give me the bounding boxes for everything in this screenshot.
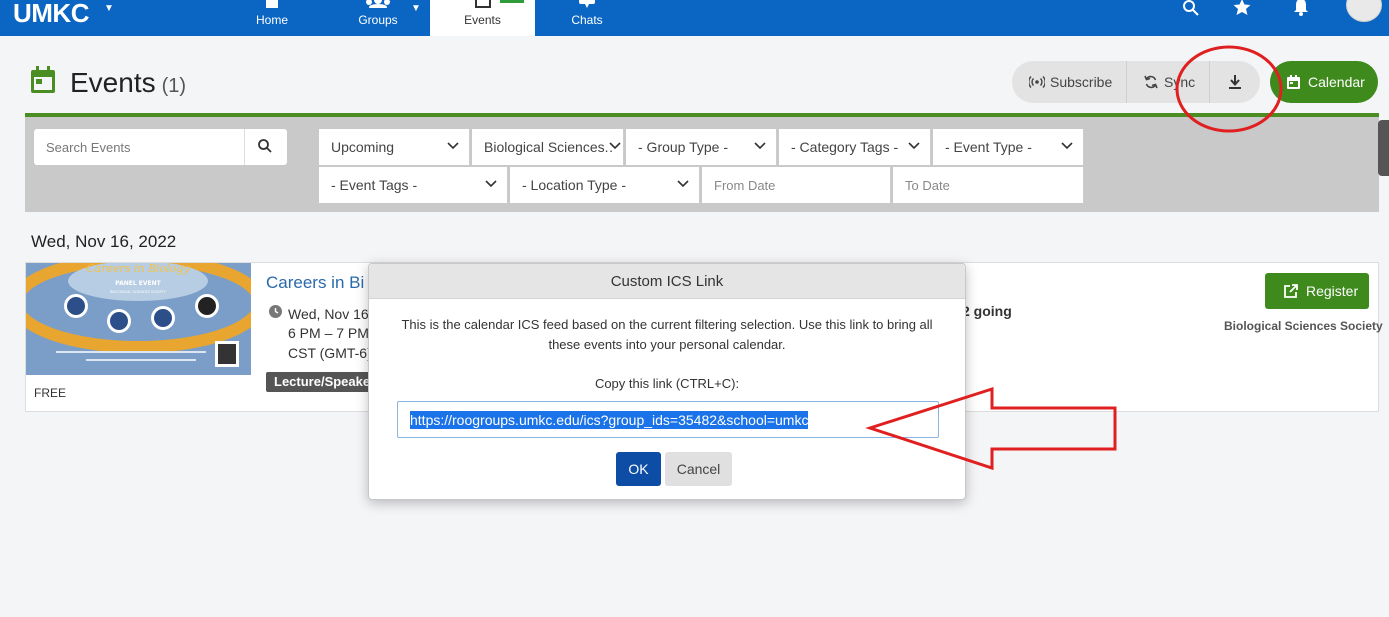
nav-groups[interactable]: Groups — [348, 0, 408, 36]
calendar-button[interactable]: Calendar — [1270, 61, 1378, 103]
event-type-dropdown[interactable]: - Event Type - — [933, 129, 1084, 165]
calendar-small-icon — [1287, 75, 1300, 89]
nav-home-label: Home — [255, 13, 288, 27]
group-type-value: - Group Type - — [638, 139, 729, 155]
calendar-label: Calendar — [1308, 74, 1365, 90]
location-type-dropdown[interactable]: - Location Type - — [510, 167, 700, 203]
time-filter-dropdown[interactable]: Upcoming — [319, 129, 470, 165]
ics-link-dialog: Custom ICS Link This is the calendar ICS… — [368, 263, 966, 500]
poster-subtitle: PANEL EVENT — [115, 280, 161, 287]
attendee-count: 2 going — [962, 303, 1012, 319]
top-navbar: UMKC ▼ Home Groups ▼ Events Chats — [0, 0, 1389, 36]
copy-hint: Copy this link (CTRL+C): — [594, 376, 740, 391]
external-link-icon — [1284, 284, 1298, 298]
event-time: 6 PM – 7 PM — [288, 325, 369, 341]
category-tags-dropdown[interactable]: - Category Tags - — [779, 129, 931, 165]
from-date-field[interactable]: From Date — [702, 167, 891, 203]
chevron-down-icon — [754, 142, 766, 150]
download-ics-button[interactable] — [1210, 61, 1260, 103]
brand-caret-icon[interactable]: ▼ — [104, 3, 114, 14]
group-type-dropdown[interactable]: - Group Type - — [626, 129, 777, 165]
search-divider — [244, 129, 245, 165]
sync-button[interactable]: Sync — [1127, 61, 1209, 103]
calendar-icon — [31, 66, 55, 93]
page-title: Events (1) — [70, 67, 186, 99]
category-tags-value: - Category Tags - — [791, 139, 899, 155]
event-type-tag: Lecture/Speake — [266, 372, 376, 392]
search-input[interactable] — [34, 129, 245, 165]
dialog-title: Custom ICS Link — [610, 273, 724, 290]
star-icon[interactable] — [1233, 0, 1251, 15]
home-icon — [266, 0, 278, 8]
time-filter-value: Upcoming — [331, 139, 395, 155]
event-type-value: - Event Type - — [945, 139, 1032, 155]
chats-icon — [579, 0, 595, 8]
search-icon[interactable] — [258, 139, 272, 153]
dialog-message: This is the calendar ICS feed based on t… — [401, 317, 933, 352]
broadcast-icon — [1029, 76, 1045, 88]
event-count: (1) — [161, 75, 187, 97]
nav-events[interactable]: Events — [430, 0, 535, 36]
clock-icon — [269, 305, 282, 318]
download-icon — [1229, 75, 1241, 89]
dialog-header: Custom ICS Link — [369, 264, 965, 299]
groups-icon — [366, 0, 390, 8]
chevron-down-icon — [609, 142, 621, 150]
calendar-actions: Subscribe Sync — [1012, 61, 1260, 103]
events-icon — [474, 0, 491, 8]
subscribe-label: Subscribe — [1050, 74, 1113, 90]
events-badge — [500, 0, 524, 3]
to-date-placeholder: To Date — [905, 178, 950, 193]
search-icon[interactable] — [1183, 0, 1199, 16]
to-date-field[interactable]: To Date — [893, 167, 1084, 203]
register-button[interactable]: Register — [1265, 273, 1369, 309]
event-date: Wed, Nov 16 — [288, 306, 369, 322]
register-label: Register — [1306, 283, 1359, 299]
search-box — [34, 129, 287, 165]
chevron-down-icon — [677, 180, 689, 188]
nav-events-label: Events — [464, 13, 501, 27]
location-type-value: - Location Type - — [522, 177, 627, 193]
nav-groups-label: Groups — [358, 13, 398, 27]
group-filter-value: Biological Sciences.… — [484, 139, 612, 155]
poster-headline: Careers in Biology — [86, 263, 190, 275]
avatar[interactable] — [1346, 0, 1382, 22]
event-title-link[interactable]: Careers in Bi — [266, 273, 364, 293]
ics-link-text: https://roogroups.umkc.edu/ics?group_ids… — [410, 411, 809, 429]
event-timezone: CST (GMT-6) — [288, 345, 372, 361]
ok-button[interactable]: OK — [616, 452, 661, 486]
page-title-text: Events — [70, 67, 156, 98]
chevron-down-icon — [908, 142, 920, 150]
groups-caret-icon[interactable]: ▼ — [411, 3, 421, 14]
event-price: FREE — [34, 386, 67, 400]
event-tags-dropdown[interactable]: - Event Tags - — [319, 167, 508, 203]
group-filter-dropdown[interactable]: Biological Sciences.… — [472, 129, 624, 165]
subscribe-button[interactable]: Subscribe — [1012, 61, 1126, 103]
event-image[interactable]: Careers in Biology PANEL EVENT BIOLOGICA… — [26, 263, 251, 375]
sync-icon — [1144, 75, 1158, 89]
nav-home[interactable]: Home — [242, 0, 302, 36]
bell-icon[interactable] — [1293, 0, 1309, 16]
chevron-down-icon — [447, 142, 459, 150]
from-date-placeholder: From Date — [714, 178, 776, 193]
side-panel-tab[interactable] — [1378, 120, 1389, 176]
sync-label: Sync — [1164, 74, 1196, 90]
nav-chats-label: Chats — [571, 13, 603, 27]
chevron-down-icon — [485, 180, 497, 188]
poster-host: BIOLOGICAL SCIENCES SOCIETY — [110, 290, 167, 294]
date-heading: Wed, Nov 16, 2022 — [31, 232, 177, 251]
event-tags-value: - Event Tags - — [331, 177, 418, 193]
ics-link-field[interactable]: https://roogroups.umkc.edu/ics?group_ids… — [397, 401, 939, 438]
nav-chats[interactable]: Chats — [557, 0, 617, 36]
brand-logo[interactable]: UMKC — [13, 0, 90, 29]
event-poster: Careers in Biology PANEL EVENT BIOLOGICA… — [26, 263, 251, 375]
organizer-name[interactable]: Biological Sciences Society — [1224, 319, 1383, 333]
chevron-down-icon — [1061, 142, 1073, 150]
cancel-button[interactable]: Cancel — [665, 452, 732, 486]
